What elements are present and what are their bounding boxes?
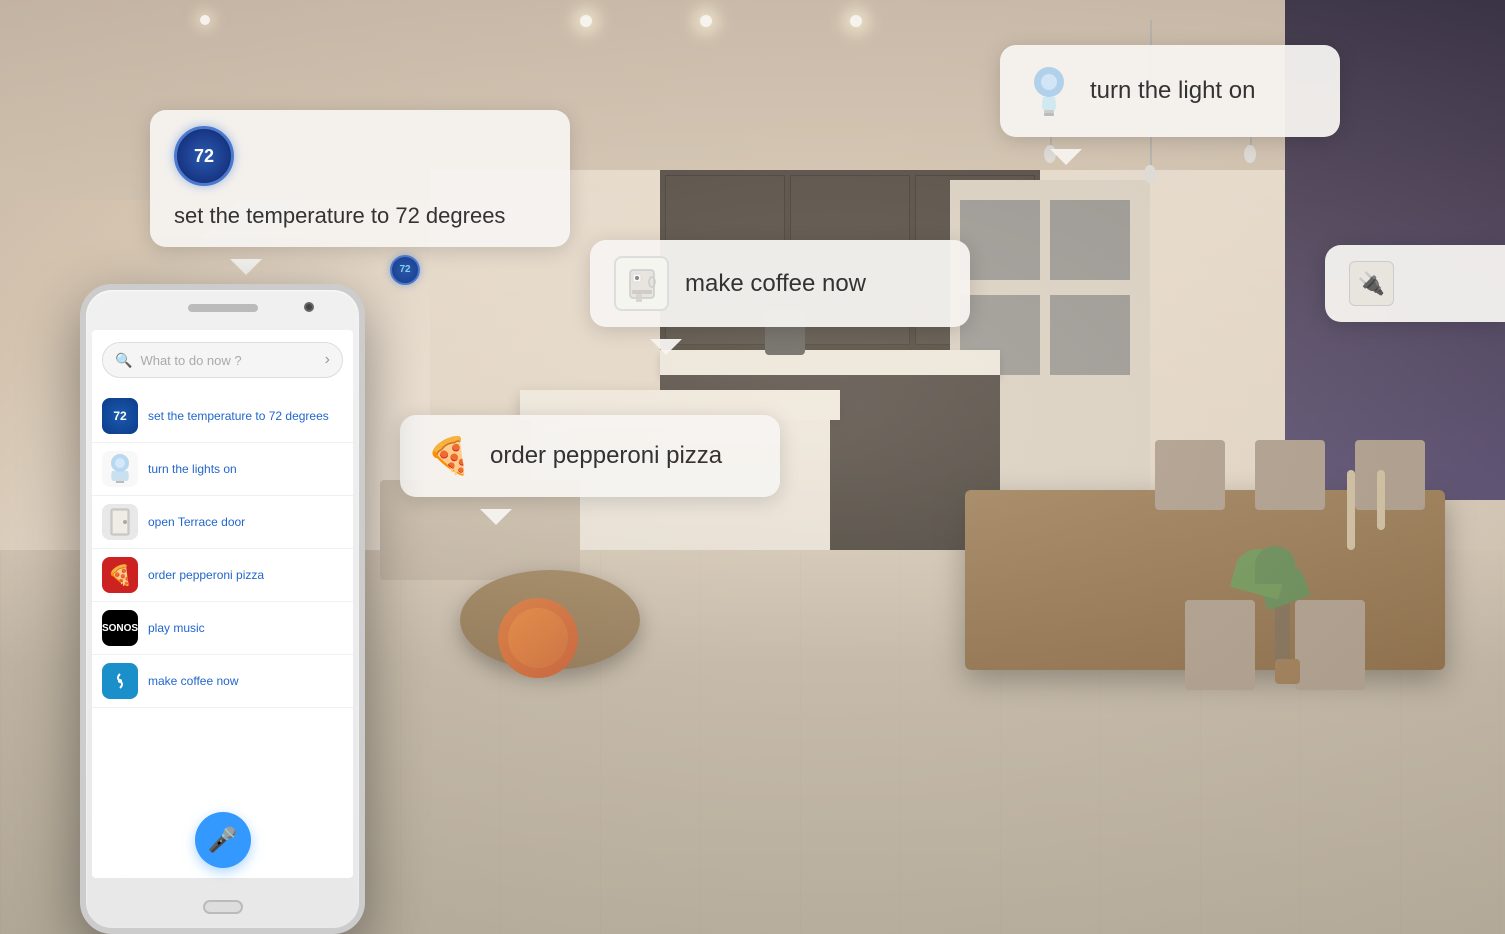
- search-placeholder: What to do now ?: [140, 353, 316, 368]
- search-bar[interactable]: 🔍 What to do now ? ›: [102, 342, 343, 378]
- item-text-music: play music: [148, 621, 205, 635]
- item-text-coffee: make coffee now: [148, 674, 239, 688]
- thermostat-icon: 72: [174, 126, 234, 186]
- partial-icon: 🔌: [1349, 261, 1394, 306]
- pizza-bubble: 🍕 order pepperoni pizza: [400, 415, 780, 497]
- light-bubble-text: turn the light on: [1090, 75, 1255, 106]
- list-item-door[interactable]: open Terrace door: [92, 496, 353, 549]
- smartthings-icon: [102, 663, 138, 699]
- bulb-icon: [1024, 61, 1074, 121]
- app-list: 72 set the temperature to 72 degrees tur…: [92, 390, 353, 708]
- temperature-bubble-text: set the temperature to 72 degrees: [174, 202, 505, 231]
- temperature-bubble: 72 set the temperature to 72 degrees: [150, 110, 570, 247]
- mic-button[interactable]: 🎤: [195, 812, 251, 868]
- list-item-temperature[interactable]: 72 set the temperature to 72 degrees: [92, 390, 353, 443]
- light-bubble: turn the light on: [1000, 45, 1340, 137]
- item-text-pizza: order pepperoni pizza: [148, 568, 264, 582]
- pizza-bubble-text: order pepperoni pizza: [490, 440, 722, 471]
- list-item-coffee[interactable]: make coffee now: [92, 655, 353, 708]
- phone-home-button[interactable]: [203, 900, 243, 914]
- coffee-icon: [614, 256, 669, 311]
- wall-thermostat: 72: [390, 255, 420, 285]
- coffee-bubble: make coffee now: [590, 240, 970, 327]
- item-text-door: open Terrace door: [148, 515, 245, 529]
- pizza-list-icon: 🍕: [102, 557, 138, 593]
- smartphone: 🔍 What to do now ? › 72 set the temperat…: [80, 284, 365, 934]
- list-item-lights[interactable]: turn the lights on: [92, 443, 353, 496]
- door-icon: [102, 504, 138, 540]
- nest-icon: 72: [102, 398, 138, 434]
- pizza-icon: 🍕: [424, 431, 474, 481]
- phone-screen: 🔍 What to do now ? › 72 set the temperat…: [92, 330, 353, 878]
- phone-camera: [304, 302, 314, 312]
- item-text-lights: turn the lights on: [148, 462, 237, 476]
- search-icon: 🔍: [115, 352, 132, 369]
- partial-bubble: 🔌: [1325, 245, 1505, 322]
- list-item-pizza[interactable]: 🍕 order pepperoni pizza: [92, 549, 353, 602]
- search-arrow-icon: ›: [325, 351, 330, 369]
- wall-thermostat-display: 72: [392, 257, 418, 283]
- sonos-icon: SONOS: [102, 610, 138, 646]
- hue-icon: [102, 451, 138, 487]
- list-item-music[interactable]: SONOS play music: [92, 602, 353, 655]
- item-text-temperature: set the temperature to 72 degrees: [148, 409, 329, 423]
- coffee-bubble-text: make coffee now: [685, 268, 866, 299]
- phone-speaker: [188, 304, 258, 312]
- mic-icon: 🎤: [208, 826, 238, 855]
